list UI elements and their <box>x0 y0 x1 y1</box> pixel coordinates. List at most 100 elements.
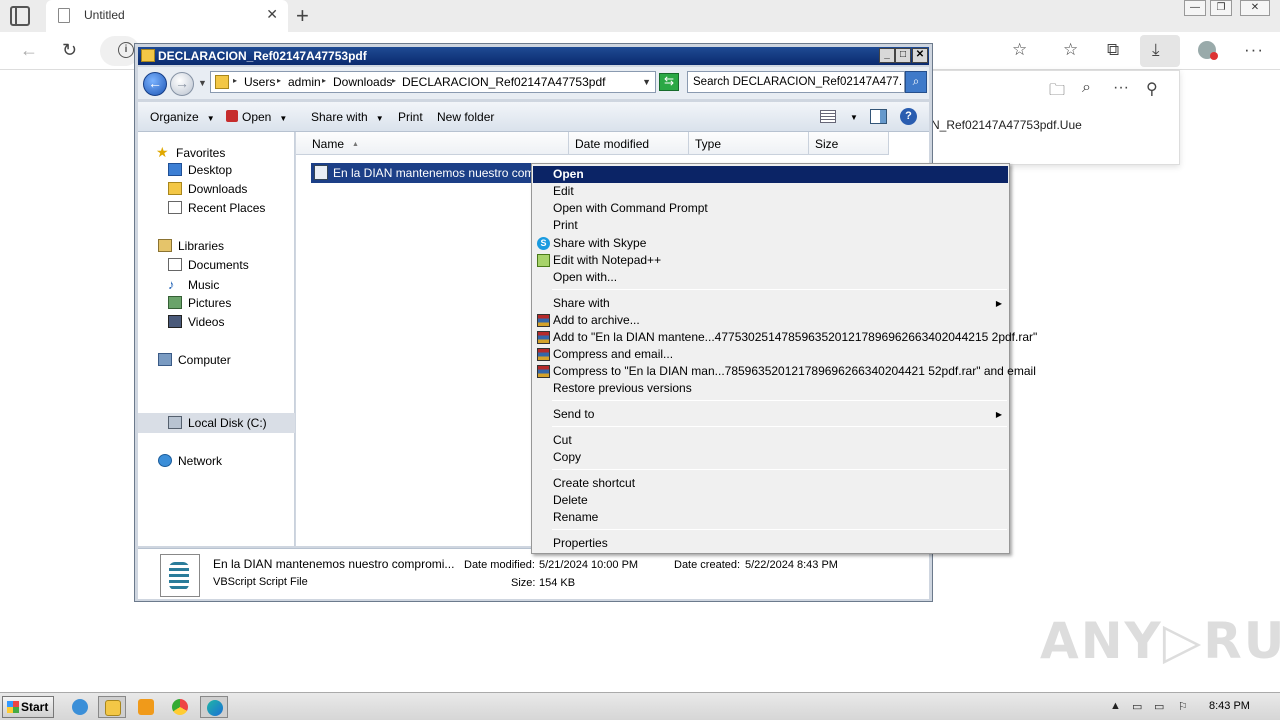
nav-documents[interactable]: Documents <box>168 258 249 272</box>
breadcrumb-admin[interactable]: admin <box>288 75 321 89</box>
taskbar-media-player[interactable] <box>132 696 160 718</box>
minimize-button[interactable]: _ <box>879 48 895 63</box>
menu-cut[interactable]: Cut <box>533 432 1008 449</box>
menu-open-command-prompt[interactable]: Open with Command Prompt <box>533 200 1008 217</box>
chevron-right-icon[interactable]: ▸ <box>277 76 281 85</box>
maximize-button[interactable]: ❐ <box>1210 0 1232 16</box>
forward-button[interactable]: → <box>170 72 194 96</box>
menu-edit-notepadpp[interactable]: Edit with Notepad++ <box>533 252 1008 269</box>
more-options-icon[interactable]: ··· <box>1244 40 1264 60</box>
search-icon[interactable]: ⌕ <box>905 71 927 93</box>
folder-icon[interactable]: 🗀 <box>1049 79 1065 106</box>
nav-music[interactable]: ♪ Music <box>168 277 219 292</box>
menu-create-shortcut[interactable]: Create shortcut <box>533 475 1008 492</box>
refresh-button[interactable]: ⇆ <box>659 73 679 91</box>
nav-recent-places[interactable]: Recent Places <box>168 201 265 215</box>
menu-delete[interactable]: Delete <box>533 492 1008 509</box>
preview-pane-icon[interactable] <box>870 109 887 124</box>
clock[interactable]: 8:43 PM <box>1209 700 1250 712</box>
print-button[interactable]: Print <box>398 110 423 124</box>
collections-icon[interactable]: ⧉ <box>1107 40 1119 60</box>
taskbar-explorer[interactable] <box>98 696 126 718</box>
breadcrumb-current[interactable]: DECLARACION_Ref02147A47753pdf <box>402 75 605 89</box>
nav-favorites[interactable]: ★ Favorites <box>156 144 225 161</box>
minimize-button[interactable]: — <box>1184 0 1206 16</box>
more-icon[interactable]: ··· <box>1113 79 1129 97</box>
tab-close-icon[interactable]: ✕ <box>266 6 278 23</box>
browser-tab[interactable]: Untitled ✕ <box>46 0 288 32</box>
new-tab-button[interactable]: + <box>296 3 309 29</box>
taskbar-ie[interactable] <box>66 696 94 718</box>
menu-open-with[interactable]: Open with... <box>533 269 1008 286</box>
network-tray-icon[interactable]: ▭ <box>1154 700 1164 713</box>
close-window-button[interactable]: ✕ <box>1240 0 1270 16</box>
menu-open[interactable]: Open <box>533 166 1008 183</box>
breadcrumb-downloads[interactable]: Downloads <box>333 75 392 89</box>
menu-send-to[interactable]: Send to ▶ <box>533 406 1008 423</box>
pin-icon[interactable]: ⚲ <box>1146 79 1158 99</box>
menu-properties[interactable]: Properties <box>533 535 1008 552</box>
start-button[interactable]: Start <box>2 696 54 718</box>
menu-add-archive[interactable]: Add to archive... <box>533 312 1008 329</box>
recent-pages-chevron-icon[interactable]: ▼ <box>198 78 207 88</box>
back-button[interactable]: ← <box>143 72 167 96</box>
recent-places-icon <box>168 201 182 214</box>
menu-rename[interactable]: Rename <box>533 509 1008 526</box>
chevron-down-icon[interactable]: ▼ <box>850 113 858 122</box>
nav-downloads[interactable]: Downloads <box>168 182 247 196</box>
nav-libraries[interactable]: Libraries <box>158 239 224 253</box>
menu-restore-versions[interactable]: Restore previous versions <box>533 380 1008 397</box>
column-type[interactable]: Type <box>689 132 809 155</box>
menu-label: Share with <box>553 296 610 310</box>
chevron-right-icon[interactable]: ▸ <box>233 76 237 85</box>
nav-videos[interactable]: Videos <box>168 315 224 329</box>
menu-compress-email[interactable]: Compress and email... <box>533 346 1008 363</box>
column-date-modified[interactable]: Date modified <box>569 132 689 155</box>
help-icon[interactable]: ? <box>900 108 917 125</box>
taskbar-edge[interactable] <box>200 696 228 718</box>
menu-share-with[interactable]: Share with ▶ <box>533 295 1008 312</box>
view-options-icon[interactable] <box>820 110 836 123</box>
share-with-button[interactable]: Share with ▼ <box>311 110 384 124</box>
close-button[interactable]: ✕ <box>912 48 928 63</box>
refresh-icon[interactable]: ↻ <box>62 40 77 61</box>
favorites-icon[interactable]: ☆ <box>1063 40 1078 60</box>
menu-compress-to-rar-email[interactable]: Compress to "En la DIAN man...7859635201… <box>533 363 1036 380</box>
keyboard-icon[interactable]: ▭ <box>1132 700 1142 713</box>
breadcrumb[interactable]: ▸ Users ▸ admin ▸ Downloads ▸ DECLARACIO… <box>210 71 656 93</box>
tab-actions-icon[interactable] <box>10 6 30 26</box>
nav-desktop[interactable]: Desktop <box>168 163 232 177</box>
add-favorite-icon[interactable]: ☆ <box>1012 40 1027 60</box>
menu-copy[interactable]: Copy <box>533 449 1008 466</box>
downloads-button[interactable] <box>1140 35 1180 67</box>
new-folder-button[interactable]: New folder <box>437 110 494 124</box>
menu-label: Compress and email... <box>553 347 674 361</box>
info-icon[interactable]: i <box>118 42 134 58</box>
search-input[interactable]: Search DECLARACION_Ref02147A477... <box>687 71 905 93</box>
column-name[interactable]: Name ▲ <box>296 132 569 155</box>
menu-add-to-rar[interactable]: Add to "En la DIAN mantene...47753025147… <box>533 329 1037 346</box>
nav-network[interactable]: Network <box>158 454 222 468</box>
search-icon[interactable]: ⌕ <box>1082 79 1091 97</box>
column-size[interactable]: Size <box>809 132 889 155</box>
show-hidden-icons-icon[interactable]: ▲ <box>1110 700 1121 712</box>
nav-computer[interactable]: Computer <box>158 353 231 367</box>
breadcrumb-users[interactable]: Users <box>244 75 275 89</box>
download-filename[interactable]: N_Ref02147A47753pdf.Uue <box>931 118 1082 132</box>
open-button[interactable]: Open ▼ <box>226 110 287 124</box>
maximize-button[interactable]: □ <box>895 48 911 63</box>
menu-print[interactable]: Print <box>533 217 1008 234</box>
chevron-down-icon[interactable]: ▼ <box>642 77 651 87</box>
download-icon[interactable]: ⤓ <box>1152 40 1160 60</box>
taskbar-chrome[interactable] <box>166 696 194 718</box>
organize-button[interactable]: Organize ▼ <box>150 110 215 124</box>
chevron-right-icon[interactable]: ▸ <box>322 76 326 85</box>
menu-share-skype[interactable]: S Share with Skype <box>533 235 1008 252</box>
nav-pictures[interactable]: Pictures <box>168 296 231 310</box>
chevron-right-icon[interactable]: ▸ <box>392 76 396 85</box>
back-arrow-icon[interactable]: ← <box>20 40 38 61</box>
menu-edit[interactable]: Edit <box>533 183 1008 200</box>
explorer-title-bar[interactable]: DECLARACION_Ref02147A47753pdf _ □ ✕ <box>138 47 929 65</box>
action-center-flag-icon[interactable]: ⚐ <box>1178 700 1188 713</box>
nav-local-disk[interactable]: Local Disk (C:) <box>168 416 267 430</box>
